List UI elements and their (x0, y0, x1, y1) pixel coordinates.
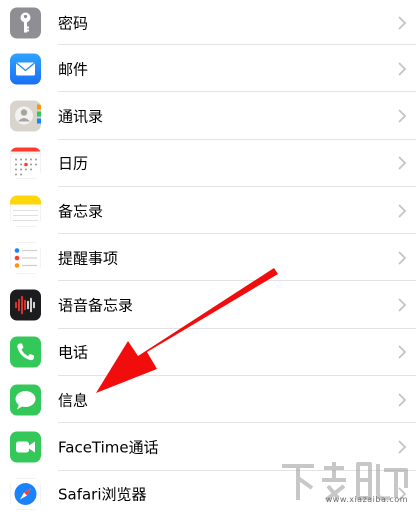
phone-icon (10, 336, 41, 368)
mail-icon (10, 53, 41, 85)
reminders-icon (10, 242, 41, 274)
notes-icon (10, 195, 41, 227)
row-label: 密码 (58, 14, 89, 32)
settings-row-contacts[interactable]: 通讯录 (0, 92, 416, 140)
row-label: 提醒事项 (58, 249, 119, 268)
contacts-icon (10, 100, 41, 132)
chevron-right-icon (397, 393, 407, 407)
chevron-right-icon (397, 203, 407, 218)
settings-row-messages[interactable]: 信息 (0, 376, 416, 424)
chevron-right-icon (397, 62, 407, 76)
row-label: 电话 (58, 343, 89, 362)
row-label: 信息 (58, 391, 89, 410)
settings-list: 密码 邮件 通讯录 日历 备忘录 提醒事项 语音备忘录 电话 信息 FaceTi… (0, 0, 416, 518)
chevron-right-icon (397, 156, 407, 170)
chevron-right-icon (397, 109, 407, 123)
row-label: 通讯录 (58, 107, 104, 126)
settings-row-phone[interactable]: 电话 (0, 329, 416, 377)
facetime-icon (10, 431, 41, 463)
settings-row-calendar[interactable]: 日历 (0, 140, 416, 187)
row-label: 邮件 (58, 60, 89, 79)
settings-row-mail[interactable]: 邮件 (0, 45, 416, 93)
chevron-right-icon (397, 298, 407, 312)
row-label: FaceTime通话 (58, 438, 159, 457)
key-icon (10, 7, 41, 38)
voice-memos-icon (10, 289, 41, 321)
settings-row-notes[interactable]: 备忘录 (0, 187, 416, 235)
settings-row-voice-memos[interactable]: 语音备忘录 (0, 281, 416, 329)
chevron-right-icon (397, 15, 407, 30)
row-label: Safari浏览器 (58, 485, 147, 504)
calendar-icon (10, 147, 41, 179)
watermark-logo: www.xiazaiba.com (278, 458, 414, 504)
chevron-right-icon (397, 345, 407, 360)
row-label: 备忘录 (58, 202, 104, 221)
settings-row-passwords[interactable]: 密码 (0, 0, 416, 45)
chevron-right-icon (397, 440, 407, 454)
settings-row-reminders[interactable]: 提醒事项 (0, 234, 416, 282)
row-label: 日历 (58, 154, 89, 173)
safari-icon (10, 478, 41, 510)
chevron-right-icon (397, 251, 407, 265)
messages-icon (10, 384, 41, 416)
watermark-url: www.xiazaiba.com (325, 495, 408, 504)
row-label: 语音备忘录 (58, 296, 134, 315)
